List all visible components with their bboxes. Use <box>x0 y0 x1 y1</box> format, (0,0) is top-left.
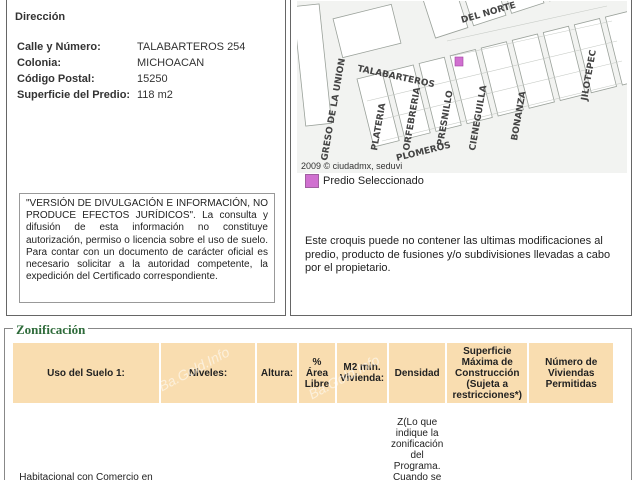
direccion-panel: Dirección Calle y Número: TALABARTEROS 2… <box>6 0 286 316</box>
legend-label: Predio Seleccionado <box>323 175 424 187</box>
header-altura: Altura: <box>257 343 297 403</box>
map-panel: DEL NORTE TALABARTEROS GRESO DE LA UNION… <box>290 0 632 316</box>
lot-area-label: Superficie del Predio: <box>17 89 131 101</box>
map-note: Este croquis puede no contener las ultim… <box>305 235 611 274</box>
header-m2-vivienda: M2 min. Vivienda: <box>337 343 387 403</box>
cell-superficie-maxima: 248 <box>447 405 527 480</box>
cell-numero-viviendas: 0 <box>529 405 613 480</box>
postal-code-label: Código Postal: <box>17 73 95 85</box>
direccion-heading: Dirección <box>15 11 66 23</box>
header-niveles: Niveles: <box>161 343 255 403</box>
colonia-value: MICHOACAN <box>137 57 205 69</box>
header-numero-viviendas: Número de Viviendas Permitidas <box>529 343 614 403</box>
header-area-libre: % Área Libre <box>299 343 335 403</box>
selected-parcel <box>454 56 464 67</box>
zoning-table: Uso del Suelo 1: Niveles: Altura: % Área… <box>11 341 615 480</box>
map-legend: Predio Seleccionado <box>305 174 424 188</box>
cell-densidad: Z(Lo que indique la zonificación del Pro… <box>391 417 444 480</box>
zonificacion-panel: Zonificación Uso del Suelo 1: Niveles: A… <box>4 322 632 480</box>
zonificacion-title: Zonificación <box>13 322 89 338</box>
header-densidad: Densidad <box>389 343 446 403</box>
postal-code-value: 15250 <box>137 73 168 85</box>
location-map[interactable]: DEL NORTE TALABARTEROS GRESO DE LA UNION… <box>297 1 627 173</box>
street-value: TALABARTEROS 254 <box>137 41 246 53</box>
table-row: Habitacional con Comercio en Planta Baja… <box>13 405 613 480</box>
map-copyright: 2009 © ciudadmx, seduvi <box>301 161 403 171</box>
cell-altura: -*- <box>257 405 297 480</box>
legend-swatch <box>305 174 319 188</box>
cell-m2-vivienda: 0 <box>337 405 387 480</box>
street-label: Calle y Número: <box>17 41 101 53</box>
header-uso-suelo: Uso del Suelo 1: <box>13 343 159 403</box>
header-superficie-maxima: Superficie Máxima de Construcción (Sujet… <box>447 343 528 403</box>
disclaimer-box: "VERSIÓN DE DIVULGACIÓN E INFORMACIÓN, N… <box>19 193 275 303</box>
zoning-header-row: Uso del Suelo 1: Niveles: Altura: % Área… <box>13 343 614 403</box>
cell-uso-suelo: Habitacional con Comercio en Planta Baja <box>19 472 153 480</box>
cell-area-libre: 30 <box>299 405 335 480</box>
map-graphic: DEL NORTE TALABARTEROS GRESO DE LA UNION… <box>297 1 627 173</box>
colonia-label: Colonia: <box>17 57 61 69</box>
cell-niveles: 3 <box>161 405 255 480</box>
lot-area-value: 118 m2 <box>137 89 173 101</box>
